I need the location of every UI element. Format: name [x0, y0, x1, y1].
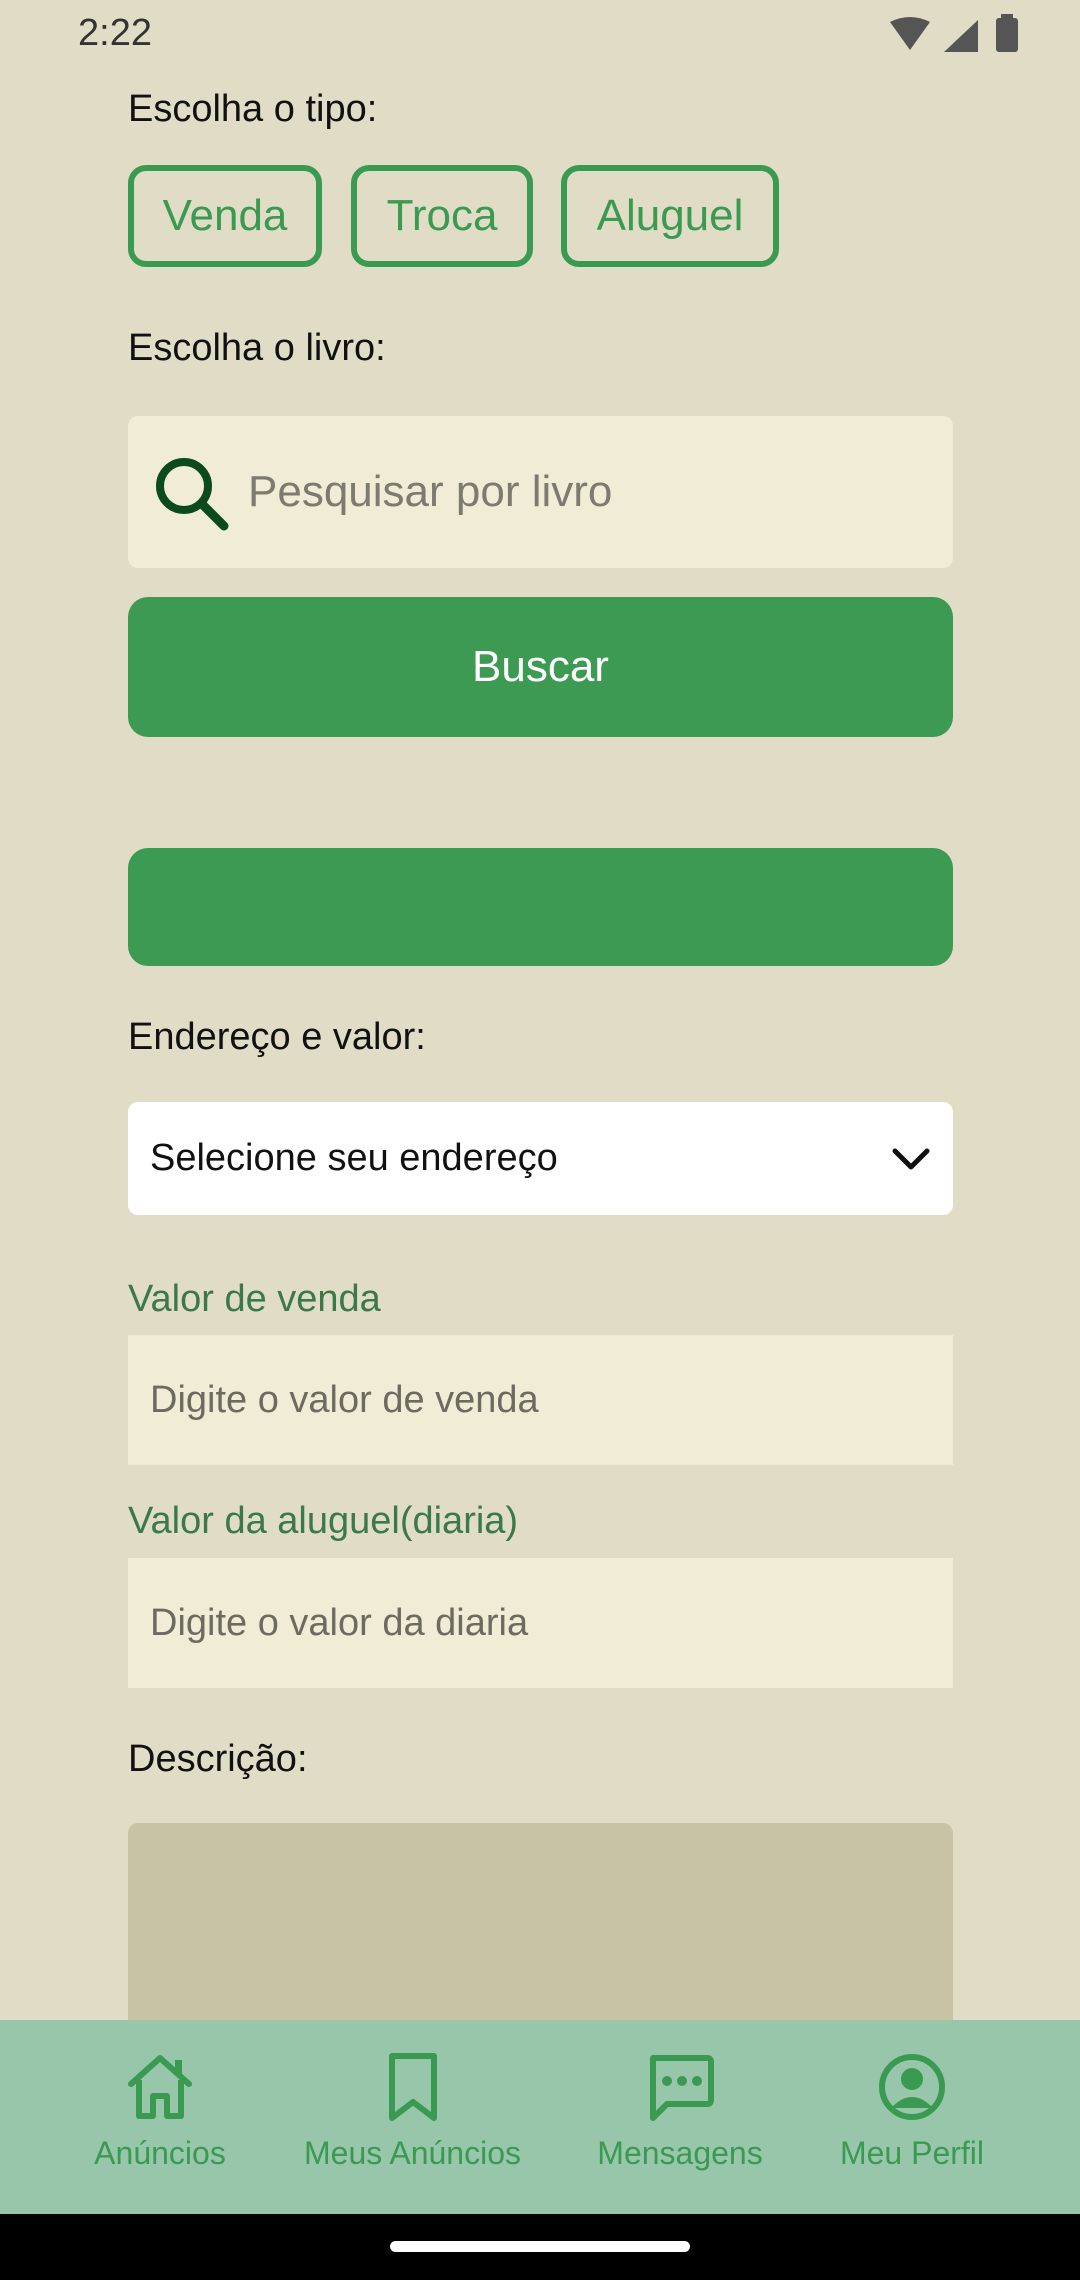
nav-item-meu-perfil[interactable]: Meu Perfil	[812, 2020, 1012, 2214]
livro-label: Escolha o livro:	[128, 327, 386, 369]
status-time: 2:22	[78, 12, 152, 54]
tipo-label: Escolha o tipo:	[128, 88, 378, 130]
address-select[interactable]: Selecione seu endereço	[128, 1102, 953, 1215]
bottom-nav: Anúncios Meus Anúncios Mensagens Meu Per…	[0, 2020, 1080, 2214]
chevron-down-icon	[891, 1145, 931, 1173]
nav-item-anuncios[interactable]: Anúncios	[60, 2020, 260, 2214]
chip-troca[interactable]: Troca	[351, 165, 533, 267]
wifi-icon	[890, 17, 930, 50]
chat-icon	[643, 2020, 717, 2129]
nav-label-meu-perfil: Meu Perfil	[839, 2135, 985, 2171]
nav-label-anuncios: Anúncios	[94, 2135, 226, 2171]
descricao-label: Descrição:	[128, 1738, 308, 1780]
venda-label: Valor de venda	[128, 1278, 381, 1320]
endereco-label: Endereço e valor:	[128, 1016, 426, 1058]
nav-label-mensagens: Mensagens	[597, 2135, 763, 2171]
nav-item-meus-anuncios[interactable]: Meus Anúncios	[290, 2020, 535, 2214]
chip-aluguel[interactable]: Aluguel	[561, 165, 779, 267]
search-button[interactable]: Buscar	[128, 597, 953, 737]
signal-icon	[944, 20, 978, 52]
selected-book-bar[interactable]	[128, 848, 953, 966]
profile-icon	[875, 2020, 949, 2129]
bookmark-icon	[376, 2020, 450, 2129]
home-gesture-handle[interactable]	[390, 2241, 690, 2252]
rent-value-input[interactable]: Digite o valor da diaria	[128, 1558, 953, 1688]
search-placeholder: Pesquisar por livro	[248, 467, 613, 516]
search-icon	[150, 452, 230, 532]
status-icons	[886, 14, 1026, 56]
book-search-field[interactable]: Pesquisar por livro	[128, 416, 953, 568]
home-icon	[123, 2020, 197, 2129]
nav-item-mensagens[interactable]: Mensagens	[580, 2020, 780, 2214]
nav-label-meus-anuncios: Meus Anúncios	[303, 2135, 521, 2171]
aluguel-label: Valor da aluguel(diaria)	[128, 1500, 519, 1542]
chip-venda[interactable]: Venda	[128, 165, 322, 267]
sale-value-input[interactable]: Digite o valor de venda	[128, 1335, 953, 1465]
battery-icon	[996, 18, 1018, 52]
address-select-value: Selecione seu endereço	[150, 1137, 558, 1179]
